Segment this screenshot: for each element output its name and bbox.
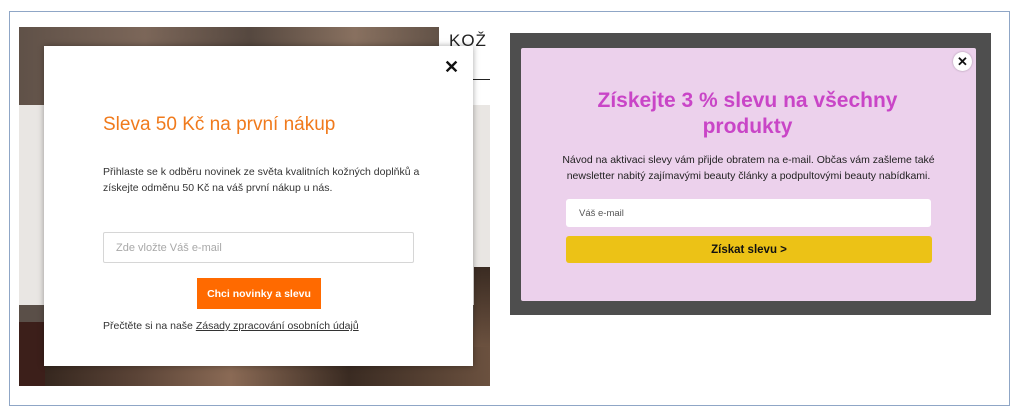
modal-description: Přihlaste se k odběru novinek ze světa k…	[103, 166, 420, 194]
modal-description: Návod na aktivaci slevy vám přijde obrat…	[562, 154, 935, 182]
subscribe-button[interactable]: Chci novinky a slevu	[197, 278, 321, 309]
email-field[interactable]	[566, 199, 931, 227]
close-icon[interactable]: ✕	[953, 52, 972, 71]
privacy-link[interactable]: Zásady zpracování osobních údajů	[196, 320, 359, 332]
modal-title: Získejte 3 % slevu na všechny produkty	[597, 89, 898, 138]
privacy-prefix: Přečtěte si na naše	[103, 320, 196, 332]
email-field[interactable]	[103, 232, 414, 263]
newsletter-modal	[44, 46, 473, 366]
close-icon[interactable]: ✕	[444, 58, 459, 76]
get-discount-button[interactable]: Získat slevu >	[566, 236, 932, 263]
modal-title: Sleva 50 Kč na první nákup	[103, 114, 336, 135]
privacy-note: Přečtěte si na naše Zásady zpracování os…	[103, 320, 359, 332]
